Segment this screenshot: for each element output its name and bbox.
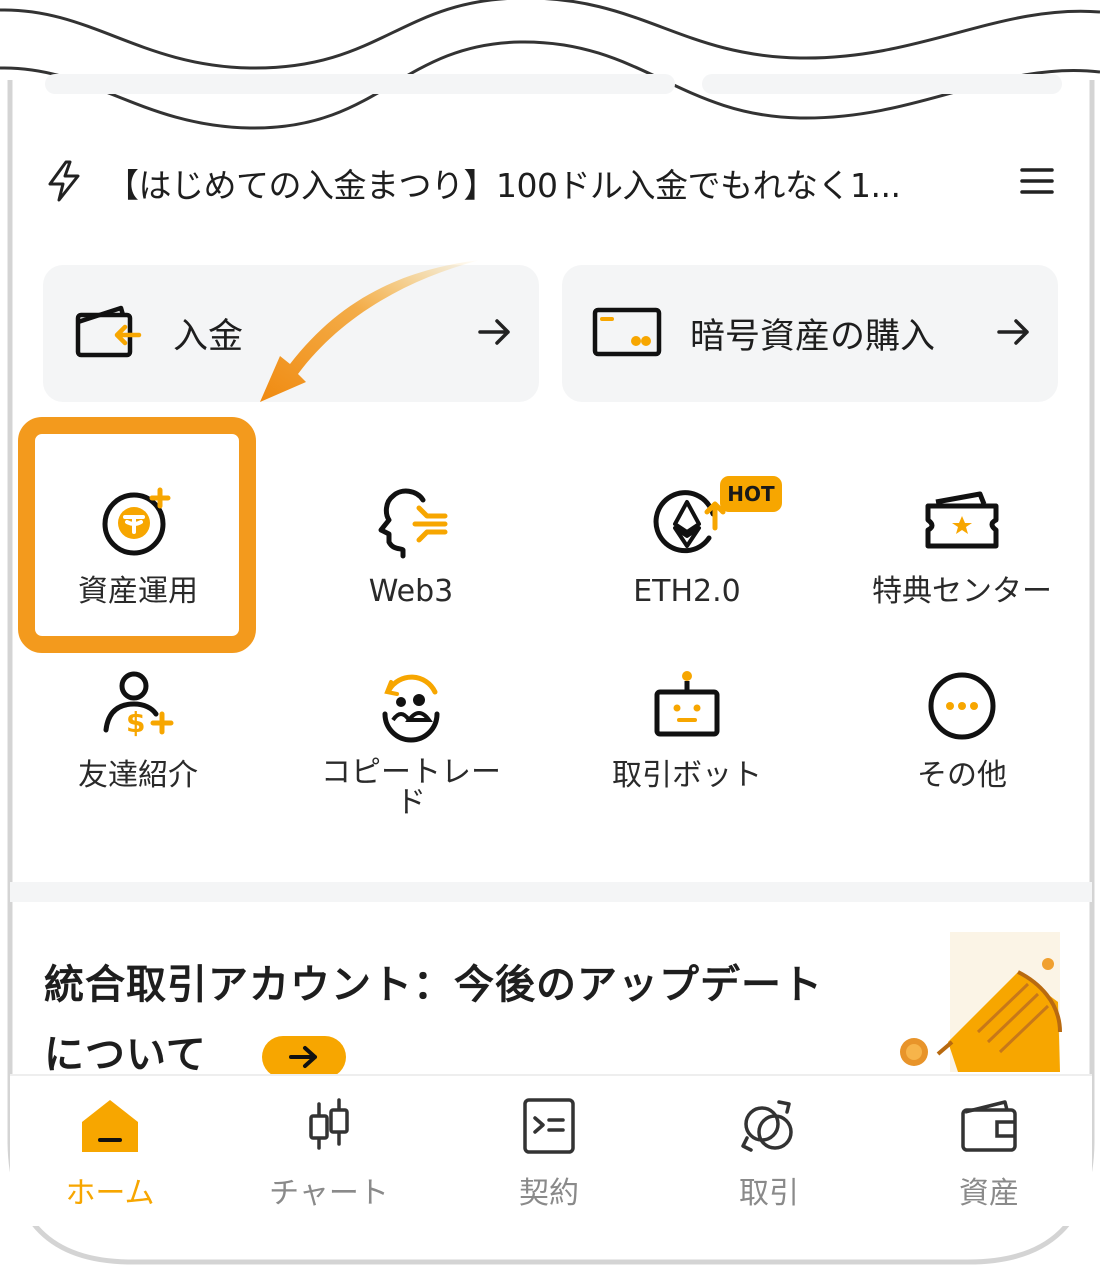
grid-item-trading-bot[interactable]: 取引ボット	[562, 668, 812, 794]
tab-trade[interactable]: 取引	[669, 1098, 869, 1212]
grid-label: 特典センター	[872, 574, 1052, 609]
grid-label: その他	[917, 758, 1007, 793]
tab-home[interactable]: ホーム	[10, 1098, 210, 1212]
news-arrow-button[interactable]	[261, 1036, 346, 1078]
grid-item-referral[interactable]: $ 友達紹介	[13, 668, 263, 794]
tab-label: 資産	[959, 1176, 1019, 1211]
hot-badge: HOT	[720, 476, 782, 512]
web3-head-icon	[378, 488, 448, 559]
tab-chart[interactable]: チャート	[229, 1098, 429, 1212]
announcement-text: 【はじめての入金まつり】100ドル入金でもれなく1...	[106, 166, 901, 205]
trade-icon	[741, 1100, 793, 1152]
tab-label: 契約	[519, 1176, 579, 1211]
grid-item-web3[interactable]: Web3	[286, 484, 536, 610]
tab-assets[interactable]: 資産	[889, 1098, 1089, 1212]
buy-crypto-card[interactable]: 暗号資産の購入	[562, 265, 1058, 402]
grid-item-copy-trade[interactable]: コピートレード	[286, 668, 536, 818]
grid-item-more[interactable]: その他	[837, 668, 1087, 794]
robot-icon	[654, 671, 720, 737]
tab-label: 取引	[739, 1176, 799, 1211]
highlight-frame	[18, 417, 256, 653]
svg-text:$: $	[126, 706, 145, 739]
section-divider	[10, 882, 1092, 902]
grid-label: 友達紹介	[78, 758, 198, 793]
news-banner[interactable]: 統合取引アカウント：今後のアップデート について	[44, 950, 844, 1090]
grid-label: ETH2.0	[633, 574, 741, 609]
tab-contract[interactable]: 契約	[449, 1098, 649, 1212]
grid-label: 取引ボット	[612, 758, 762, 793]
copy-trade-icon	[382, 674, 440, 743]
megaphone-illustration	[900, 932, 1062, 1072]
guide-arrow-icon	[260, 260, 480, 402]
referral-person-icon: $	[103, 671, 174, 739]
home-icon	[82, 1100, 138, 1152]
more-dots-icon	[928, 672, 996, 740]
contract-icon	[523, 1098, 575, 1154]
grid-label: Web3	[368, 574, 454, 609]
lightning-icon	[44, 159, 84, 207]
card-icon	[592, 306, 662, 362]
buy-crypto-label: 暗号資産の購入	[690, 317, 936, 357]
ethereum-icon	[653, 490, 726, 554]
news-title-line1: 統合取引アカウント：今後のアップデート	[44, 962, 823, 1008]
tab-label: ホーム	[65, 1176, 155, 1211]
arrow-right-icon	[996, 316, 1032, 352]
grid-item-rewards[interactable]: 特典センター	[837, 484, 1087, 610]
ticket-star-icon	[925, 491, 999, 549]
bottom-tab-bar: ホーム チャート 契約 取引 資産	[10, 1074, 1092, 1226]
tab-label: チャート	[269, 1176, 389, 1211]
menu-icon[interactable]	[1020, 166, 1054, 200]
news-title-line2: について	[44, 1032, 207, 1078]
candlestick-icon	[309, 1098, 349, 1150]
announcement-bar[interactable]: 【はじめての入金まつり】100ドル入金でもれなく1...	[44, 158, 1054, 208]
grid-label: コピートレード	[321, 755, 501, 820]
wallet-icon	[961, 1100, 1017, 1152]
wallet-deposit-icon	[73, 300, 145, 368]
app-screen: 【はじめての入金まつり】100ドル入金でもれなく1... 入金 暗号資産の購入	[0, 0, 1100, 1272]
